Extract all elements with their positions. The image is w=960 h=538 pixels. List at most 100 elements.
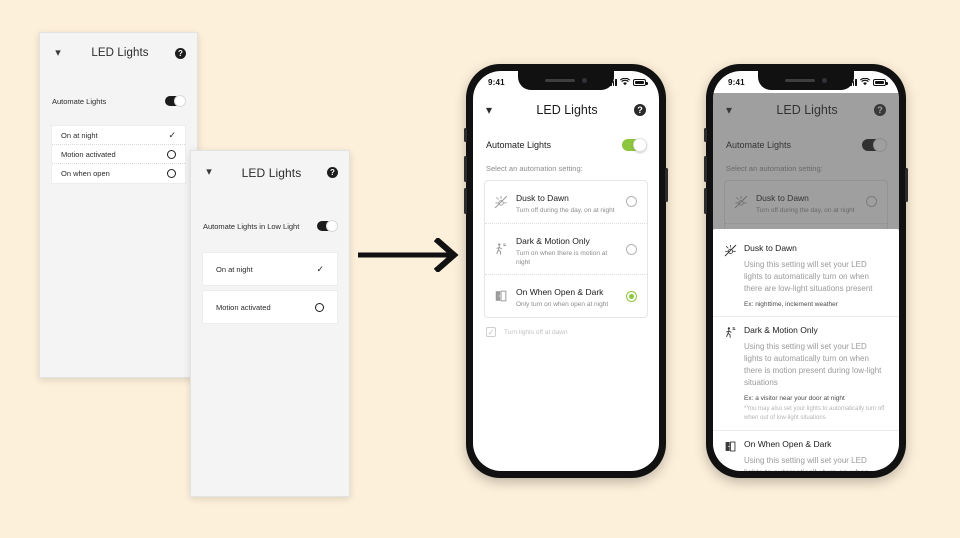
front-camera-icon [582, 78, 587, 83]
panel2-title: LED Lights [241, 165, 302, 180]
radio-icon[interactable] [626, 243, 637, 255]
panel1-toggle-label: Automate Lights [52, 96, 107, 106]
chevron-down-icon[interactable]: ▾ [51, 46, 65, 60]
help-entry-on-when-open-dark: On When Open & Dark Using this setting w… [713, 431, 899, 471]
phone2-screen: 9:41 ▾ LED Lights ? Automate Lights [713, 71, 899, 471]
option-dusk-to-dawn[interactable]: Dusk to Dawn Turn off during the day, on… [485, 181, 647, 224]
earpiece-speaker-icon [785, 79, 815, 82]
help-entry-body: Using this setting will set your LED lig… [744, 342, 882, 387]
panel2-automate-row: Automate Lights in Low Light [191, 216, 349, 236]
list-item-label: Motion activated [216, 302, 271, 312]
list-item-label: On at night [216, 264, 253, 274]
power-button[interactable] [665, 168, 668, 202]
option-text: Dark & Motion Only Turn on when there is… [516, 231, 618, 268]
help-icon[interactable]: ? [634, 104, 646, 116]
toggle-knob [633, 138, 647, 152]
help-icon[interactable]: ? [175, 47, 186, 59]
toggle-knob [326, 220, 338, 232]
power-button[interactable] [905, 168, 908, 202]
list-item[interactable]: On at night ✓ [52, 126, 185, 145]
notch [518, 71, 614, 90]
notch [758, 71, 854, 90]
panel2-header: ▾ LED Lights ? [191, 151, 349, 194]
radio-icon-selected[interactable] [626, 290, 637, 302]
panel2-toggle-label: Automate Lights in Low Light [203, 221, 300, 231]
check-icon: ✓ [168, 129, 176, 140]
wifi-icon [860, 78, 870, 86]
help-entry-dusk-to-dawn: Dusk to Dawn Using this setting will set… [713, 235, 899, 317]
panel1-automate-row: Automate Lights [40, 91, 197, 111]
earpiece-speaker-icon [545, 79, 575, 82]
silent-switch[interactable] [704, 128, 707, 142]
volume-up-button[interactable] [704, 156, 707, 182]
panel2-automate-toggle[interactable] [317, 220, 338, 232]
option-subtitle: Turn off during the day, on at night [516, 207, 615, 214]
open-door-icon [495, 290, 507, 302]
help-entry-title: On When Open & Dark [744, 439, 832, 450]
help-entry-body: Using this setting will set your LED lig… [744, 456, 869, 471]
dusk-to-dawn-icon [724, 244, 737, 257]
volume-down-button[interactable] [704, 188, 707, 214]
option-title: Dark & Motion Only [516, 235, 590, 246]
option-title: Dusk to Dawn [516, 193, 569, 203]
help-entry-head: Dark & Motion Only [724, 325, 885, 339]
dusk-to-dawn-icon [494, 195, 508, 209]
motion-person-icon [496, 243, 507, 255]
automate-lights-toggle[interactable] [622, 138, 647, 152]
phone-mockup-selection: 9:41 ▾ LED Lights ? Automate Lights Sele… [464, 64, 668, 478]
volume-up-button[interactable] [464, 156, 467, 182]
phone1-screen: 9:41 ▾ LED Lights ? Automate Lights Sele… [473, 71, 659, 471]
list-item-label: Motion activated [61, 149, 116, 159]
help-bottom-sheet: Dusk to Dawn Using this setting will set… [713, 229, 899, 471]
radio-icon[interactable] [315, 302, 324, 312]
list-item[interactable]: On when open [52, 164, 185, 183]
panel1-automate-toggle[interactable] [165, 95, 186, 107]
wifi-icon [620, 78, 630, 86]
panel1-header: ▾ LED Lights ? [40, 33, 197, 73]
battery-full-icon [633, 79, 648, 86]
wireframe-panel-initial: ▾ LED Lights ? Automate Lights On at nig… [39, 32, 198, 378]
radio-icon[interactable] [626, 196, 637, 208]
radio-icon[interactable] [167, 149, 176, 159]
list-item[interactable]: On at night ✓ [202, 252, 338, 286]
turn-lights-off-row[interactable]: ✓ Turn lights off at dawn [473, 318, 659, 338]
option-subtitle: Only turn on when open at night [516, 301, 609, 309]
motion-person-icon [726, 327, 736, 338]
status-time: 9:41 [728, 77, 745, 87]
chevron-down-icon[interactable]: ▾ [486, 104, 500, 116]
help-icon[interactable]: ? [327, 167, 338, 178]
automation-options-card: Dusk to Dawn Turn off during the day, on… [484, 180, 648, 319]
help-entry-dark-motion-only: Dark & Motion Only Using this setting wi… [713, 317, 899, 432]
list-item[interactable]: Motion activated [202, 290, 338, 324]
checkbox-label: Turn lights off at dawn [504, 328, 568, 336]
silent-switch[interactable] [464, 128, 467, 142]
select-setting-label: Select an automation setting: [486, 164, 583, 173]
help-entry-title: Dusk to Dawn [744, 243, 797, 253]
option-dark-motion-only[interactable]: Dark & Motion Only Turn on when there is… [485, 224, 647, 276]
help-entry-example: Ex: nighttime, inclement weather [744, 301, 838, 308]
option-text: Dusk to Dawn Turn off during the day, on… [516, 188, 618, 216]
radio-icon[interactable] [167, 169, 176, 178]
list-item[interactable]: Motion activated [52, 145, 185, 164]
panel2-options-list: On at night ✓ Motion activated [202, 252, 338, 324]
flow-arrow-right-icon [358, 238, 459, 272]
check-icon: ✓ [316, 263, 324, 274]
option-title: On When Open & Dark [516, 287, 604, 298]
open-door-icon [725, 441, 736, 452]
checkbox-checked-icon[interactable]: ✓ [486, 327, 496, 338]
list-item-label: On at night [61, 130, 98, 140]
help-entry-head: Dusk to Dawn [724, 243, 885, 257]
status-time: 9:41 [488, 77, 505, 87]
list-item-label: On when open [61, 169, 110, 178]
chevron-down-icon[interactable]: ▾ [202, 166, 216, 180]
phone-mockup-help-sheet: 9:41 ▾ LED Lights ? Automate Lights [704, 64, 908, 478]
option-subtitle: Turn on when there is motion at night [516, 249, 608, 266]
help-entry-note: *You may also set your lights to automat… [744, 406, 885, 421]
phone1-automate-row: Automate Lights [473, 138, 659, 152]
volume-down-button[interactable] [464, 188, 467, 214]
help-entry-title: Dark & Motion Only [744, 325, 818, 335]
option-on-when-open-dark[interactable]: On When Open & Dark Only turn on when op… [485, 275, 647, 317]
help-entry-head: On When Open & Dark [724, 439, 885, 453]
panel1-title: LED Lights [91, 47, 149, 59]
phone1-app-header: ▾ LED Lights ? [473, 93, 659, 117]
